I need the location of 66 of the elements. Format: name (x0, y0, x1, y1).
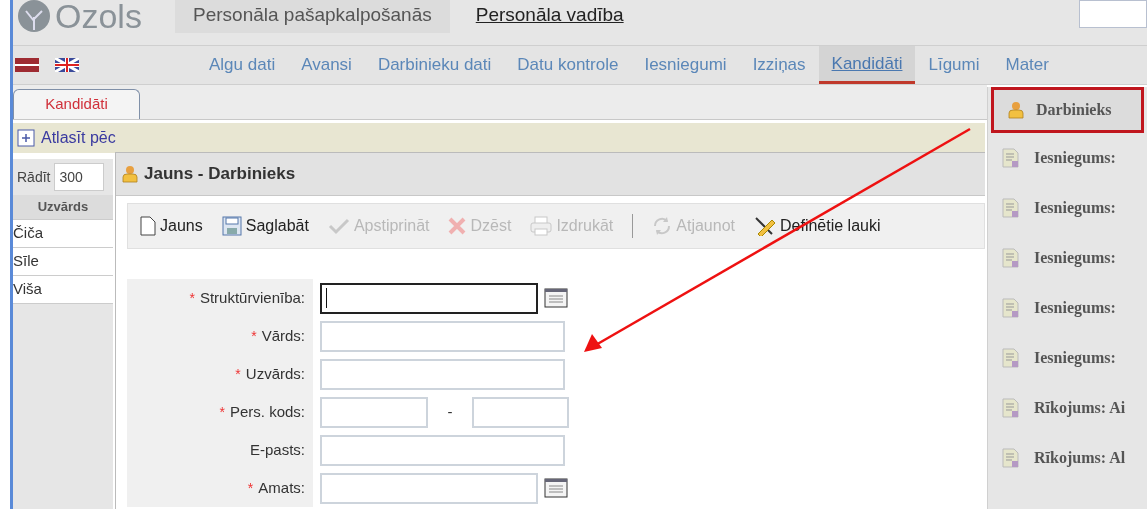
document-icon (1002, 148, 1020, 168)
delete-icon (448, 217, 467, 235)
document-icon (1002, 198, 1020, 218)
menu-item[interactable]: Iesniegums: (988, 333, 1147, 383)
document-icon (1002, 298, 1020, 318)
person-icon (122, 165, 138, 183)
nav-tab[interactable]: Iesniegumi (631, 46, 740, 84)
module-tab[interactable]: Personāla pašapkalpošanās (175, 0, 450, 33)
table-cell[interactable]: Sīle (13, 248, 113, 276)
field-label: Uzvārds: (245, 363, 305, 384)
field-label: Vārds: (261, 325, 305, 346)
document-icon (1002, 448, 1020, 468)
refresh-icon (652, 216, 673, 236)
nav-tab[interactable]: Izziņas (739, 46, 819, 84)
menu-item[interactable]: Rīkojums: Ai (988, 383, 1147, 433)
required-mark: * (235, 364, 241, 384)
dialog-title: Jauns - Darbinieks (144, 163, 296, 186)
table-cell[interactable]: Čiča (13, 220, 113, 248)
floppy-icon (221, 216, 242, 236)
field-label: Pers. kods: (229, 401, 305, 422)
printer-icon (530, 216, 553, 236)
search-field[interactable] (1079, 0, 1147, 28)
separator-dash: - (446, 401, 454, 422)
nav-tab[interactable]: Avansi (288, 46, 365, 84)
logo-text: Ozols (55, 0, 143, 33)
nav-tab[interactable]: Mater (992, 46, 1062, 84)
menu-item[interactable]: Iesniegums: (988, 233, 1147, 283)
nav-tab[interactable]: Līgumi (915, 46, 993, 84)
document-icon (1002, 348, 1020, 368)
checkmark-icon (327, 217, 350, 235)
toolbar-button[interactable]: Jauns (140, 214, 203, 238)
menu-item[interactable]: Iesniegums: (988, 183, 1147, 233)
menu-item[interactable]: Rīkojums: Al (988, 433, 1147, 483)
list-icon[interactable] (544, 288, 568, 308)
menu-item[interactable]: Iesniegums: (988, 283, 1147, 333)
latvian-flag-icon[interactable] (15, 58, 39, 72)
field-label: Amats: (258, 477, 305, 498)
field-label: Struktūrvienība: (199, 287, 305, 308)
filter-label[interactable]: Atlasīt pēc (41, 126, 116, 150)
toolbar-button[interactable]: Saglabāt (221, 214, 309, 238)
nav-tab[interactable]: Algu dati (196, 46, 289, 84)
nav-tab[interactable]: Datu kontrole (504, 46, 632, 84)
expand-icon[interactable] (17, 129, 35, 147)
list-icon[interactable] (544, 478, 568, 498)
show-label: Rādīt (17, 167, 51, 187)
document-icon (1002, 398, 1020, 418)
field-label: E-pasts: (249, 439, 305, 460)
menu-item[interactable]: Iesniegums: (988, 133, 1147, 183)
table-cell[interactable]: Viša (13, 276, 113, 304)
pencil-ruler-icon (754, 216, 776, 236)
required-mark: * (189, 288, 195, 308)
nav-tab[interactable]: Kandidāti (818, 46, 916, 84)
required-mark: * (251, 326, 257, 346)
menu-item[interactable]: Darbinieks (991, 87, 1144, 133)
uk-flag-icon[interactable] (55, 58, 79, 72)
column-header[interactable]: Uzvārds (13, 195, 113, 220)
required-mark: * (219, 402, 225, 422)
page-tab[interactable]: Kandidāti (13, 89, 140, 119)
page-size-field[interactable]: 300 (54, 163, 105, 191)
required-mark: * (247, 478, 254, 498)
module-tab[interactable]: Personāla vadība (475, 0, 624, 31)
page-icon (140, 216, 156, 236)
person-icon (1008, 101, 1024, 119)
nav-tab[interactable]: Darbinieku dati (364, 46, 505, 84)
document-icon (1002, 248, 1020, 268)
input-field[interactable] (320, 282, 538, 314)
